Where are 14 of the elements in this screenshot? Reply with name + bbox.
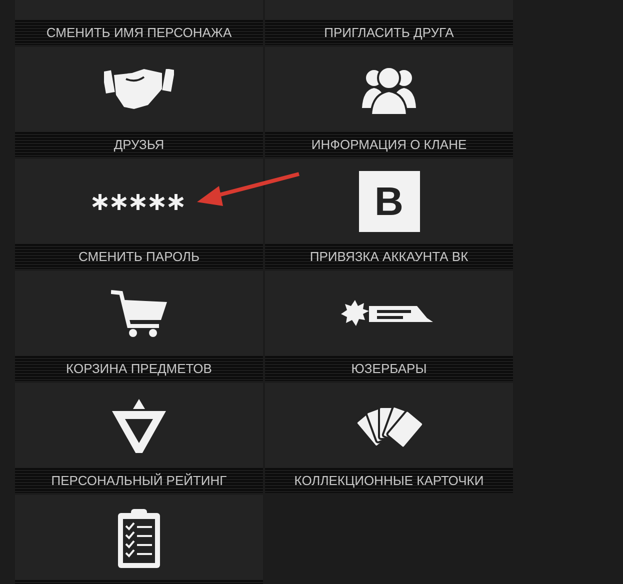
tile-background[interactable] xyxy=(265,47,513,132)
cart-icon xyxy=(111,290,167,338)
tile-background[interactable] xyxy=(15,495,263,580)
triangle-icon xyxy=(112,398,166,452)
tile-background[interactable] xyxy=(15,383,263,468)
tile-background[interactable] xyxy=(15,271,263,356)
logo-icon: B xyxy=(358,171,420,232)
tile-background[interactable] xyxy=(265,383,513,468)
tile-background[interactable] xyxy=(15,47,263,132)
tile-background[interactable] xyxy=(265,271,513,356)
tile-background[interactable] xyxy=(15,159,263,244)
checklist-icon xyxy=(117,506,161,568)
tile-background[interactable]: B xyxy=(265,159,513,244)
tile-label[interactable]: ДРУЗЬЯ xyxy=(114,134,164,154)
